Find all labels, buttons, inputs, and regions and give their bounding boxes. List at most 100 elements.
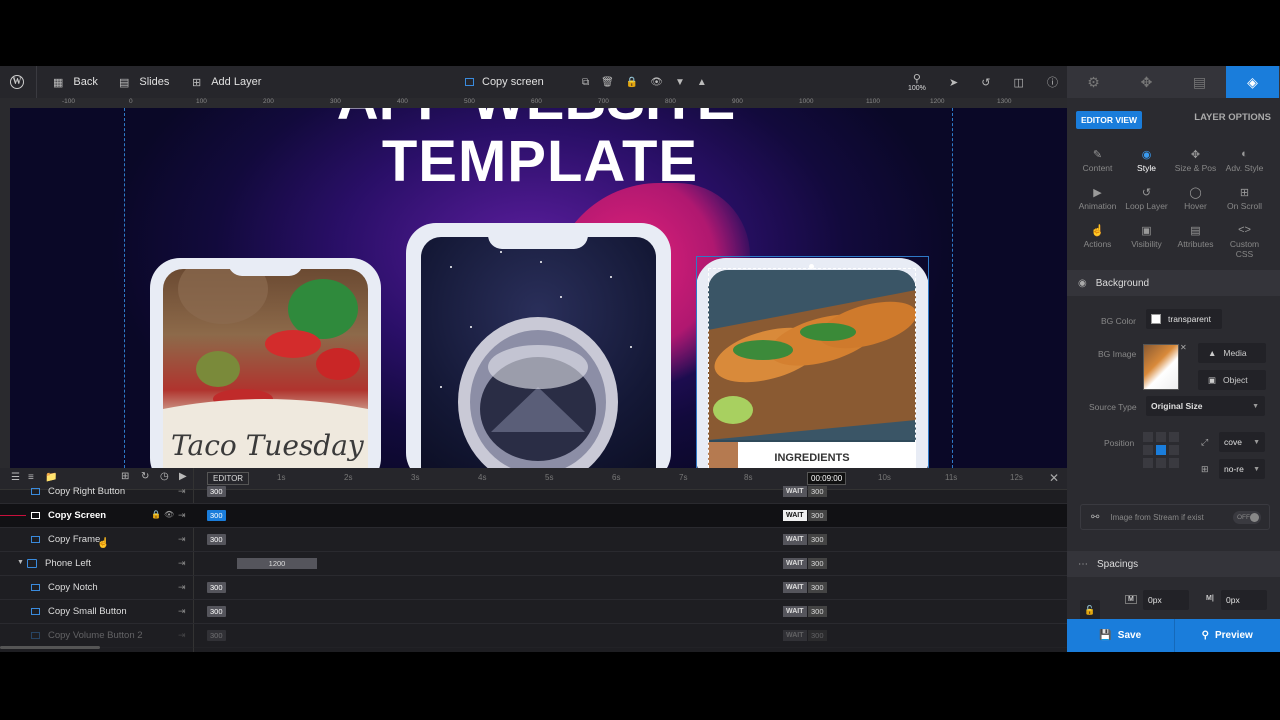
layer-name[interactable]: Copy Notch: [48, 582, 98, 593]
chevron-down-icon[interactable]: ▼: [675, 77, 685, 88]
wait-badge[interactable]: WAIT: [783, 534, 807, 545]
wait-value[interactable]: 300: [808, 630, 827, 641]
start-time-badge[interactable]: 300: [207, 534, 226, 545]
end-arrow-icon[interactable]: ⇥: [178, 630, 186, 641]
duplicate-icon[interactable]: ⧉: [582, 77, 589, 88]
wait-value[interactable]: 300: [808, 486, 827, 497]
add-layer-button[interactable]: ⊞ Add Layer: [192, 66, 261, 98]
zoom-button[interactable]: ⚲ 100%: [908, 74, 926, 93]
margin-input[interactable]: 0px: [1143, 590, 1189, 610]
cursor-icon[interactable]: ➤: [949, 76, 958, 89]
layer-name[interactable]: Copy Screen: [48, 510, 106, 521]
selected-layer-name[interactable]: Copy screen: [465, 66, 544, 98]
slide-title-line2[interactable]: TEMPLATE: [360, 128, 720, 195]
layer-name[interactable]: Phone Left: [45, 558, 91, 569]
wait-badge[interactable]: WAIT: [783, 558, 807, 569]
timeline-row[interactable]: Copy Notch ⇥ 300 WAIT 300: [0, 576, 1067, 600]
position-grid[interactable]: [1143, 432, 1179, 468]
eye-icon[interactable]: 👁: [164, 510, 174, 519]
content-option[interactable]: ✎ Content: [1073, 148, 1122, 176]
actions-option[interactable]: ☝ Actions: [1073, 224, 1122, 252]
layer-name[interactable]: Copy Volume Button 2: [48, 630, 143, 641]
end-arrow-icon[interactable]: ⇥: [178, 582, 186, 593]
style-option[interactable]: ◉ Style: [1122, 148, 1171, 176]
adv-style-option[interactable]: ◐ Adv. Style: [1220, 148, 1269, 176]
start-time-badge[interactable]: 300: [207, 606, 226, 617]
on-scroll-option[interactable]: ⊞ On Scroll: [1220, 186, 1269, 214]
background-section-header[interactable]: ◉ Background: [1067, 270, 1280, 296]
start-time-badge[interactable]: 300: [207, 582, 226, 593]
lock-icon[interactable]: 🔒: [626, 77, 638, 88]
repeat-select[interactable]: no-re ▼: [1219, 459, 1265, 479]
chevron-up-icon[interactable]: ▲: [697, 77, 707, 88]
eye-icon[interactable]: 👁: [650, 77, 663, 88]
visibility-option[interactable]: ▣ Visibility: [1122, 224, 1171, 252]
end-arrow-icon[interactable]: ⇥: [178, 606, 186, 617]
start-time-badge[interactable]: 300: [207, 486, 226, 497]
end-arrow-icon[interactable]: ⇥: [178, 510, 186, 521]
media-button[interactable]: ▲ Media: [1198, 343, 1266, 363]
bg-color-field[interactable]: transparent: [1146, 309, 1222, 329]
timeline-row-selected[interactable]: Copy Screen 🔒 👁 ⇥ 300 WAIT 300: [0, 504, 1067, 528]
phone-center[interactable]: [406, 223, 671, 468]
navigation-tab[interactable]: ✥: [1120, 66, 1173, 98]
wait-value[interactable]: 300: [808, 534, 827, 545]
trash-icon[interactable]: 🗑: [601, 77, 614, 88]
layer-name[interactable]: Copy Frame: [48, 534, 100, 545]
start-time-badge[interactable]: 300: [207, 510, 226, 521]
wait-badge[interactable]: WAIT: [783, 606, 807, 617]
end-arrow-icon[interactable]: ⇥: [178, 486, 186, 497]
desktop-icon[interactable]: ◫: [1014, 76, 1024, 89]
hover-option[interactable]: ◯ Hover: [1171, 186, 1220, 214]
bg-image-thumbnail[interactable]: [1143, 344, 1179, 390]
preview-button[interactable]: ⚲ Preview: [1173, 619, 1280, 652]
slides-tab[interactable]: ▤: [1173, 66, 1226, 98]
timeline-row[interactable]: Copy Volume Button 2 ⇥ 300 WAIT 300: [0, 624, 1067, 648]
undo-icon[interactable]: ↺: [981, 76, 990, 89]
end-arrow-icon[interactable]: ⇥: [178, 534, 186, 545]
timeline-row[interactable]: Copy Small Button ⇥ 300 WAIT 300: [0, 600, 1067, 624]
start-time-badge[interactable]: 300: [207, 630, 226, 641]
help-icon[interactable]: ⓘ: [1047, 74, 1058, 90]
timeline-row-group[interactable]: ▼ Phone Left ⇥ 1200 WAIT 300: [0, 552, 1067, 576]
wait-badge[interactable]: WAIT: [783, 486, 807, 497]
custom-css-option[interactable]: <> Custom CSS: [1220, 224, 1269, 259]
wait-value[interactable]: 300: [808, 606, 827, 617]
lock-icon[interactable]: 🔒: [151, 510, 161, 519]
editor-view-button[interactable]: EDITOR VIEW: [1076, 111, 1143, 129]
padding-input[interactable]: 0px: [1221, 590, 1267, 610]
resize-handle[interactable]: [809, 264, 814, 269]
timeline-scrollbar[interactable]: [0, 646, 100, 649]
wordpress-logo-icon[interactable]: W: [10, 75, 24, 89]
layer-name[interactable]: Copy Small Button: [48, 606, 127, 617]
loop-layer-option[interactable]: ↺ Loop Layer: [1122, 186, 1171, 214]
animation-option[interactable]: ▶ Animation: [1073, 186, 1122, 214]
end-arrow-icon[interactable]: ⇥: [178, 558, 186, 569]
wait-value[interactable]: 300: [808, 510, 827, 521]
spacings-section-header[interactable]: ⋯ Spacings: [1067, 551, 1280, 577]
save-button[interactable]: 💾 Save: [1067, 619, 1174, 652]
settings-tab[interactable]: ⚙: [1067, 66, 1120, 98]
slide-canvas[interactable]: APP WEBSITE TEMPLATE Taco Tuesday: [10, 108, 1067, 468]
back-button[interactable]: ▦ Back: [53, 66, 98, 98]
position-size-select[interactable]: cove ▼: [1219, 432, 1265, 452]
wait-value[interactable]: 300: [808, 558, 827, 569]
object-button[interactable]: ▣ Object: [1198, 370, 1266, 390]
wait-badge[interactable]: WAIT: [783, 582, 807, 593]
layers-tab[interactable]: ◈: [1226, 66, 1279, 98]
chevron-down-icon[interactable]: ▼: [17, 559, 24, 566]
phone-left[interactable]: Taco Tuesday: [150, 258, 381, 468]
lock-icon[interactable]: 🔓: [1080, 600, 1100, 620]
timeline-row[interactable]: Copy Frame ☝ ⇥ 300 WAIT 300: [0, 528, 1067, 552]
source-type-select[interactable]: Original Size ▼: [1146, 396, 1265, 416]
timeline-row[interactable]: Copy Right Button ⇥ 300 WAIT 300: [0, 480, 1067, 504]
remove-image-icon[interactable]: ✕: [1180, 343, 1187, 352]
wait-badge[interactable]: WAIT: [783, 630, 807, 641]
group-duration-bar[interactable]: 1200: [237, 558, 317, 569]
size-pos-option[interactable]: ✥ Size & Pos: [1171, 148, 1220, 176]
wait-badge[interactable]: WAIT: [783, 510, 807, 521]
slides-button[interactable]: ▤ Slides: [119, 66, 169, 98]
attributes-option[interactable]: ▤ Attributes: [1171, 224, 1220, 252]
wait-value[interactable]: 300: [808, 582, 827, 593]
layer-name[interactable]: Copy Right Button: [48, 486, 125, 497]
